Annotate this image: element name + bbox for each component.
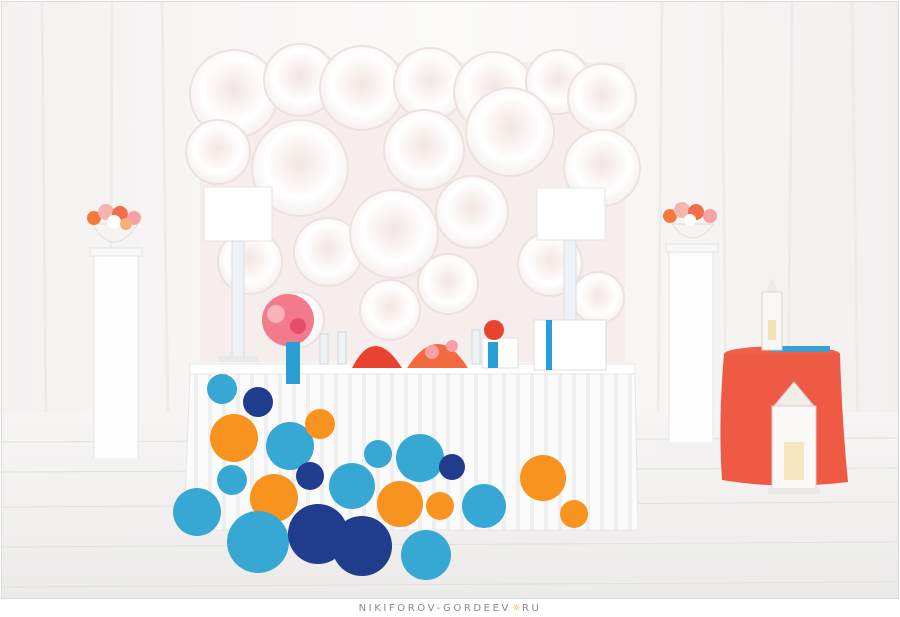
wedding-table-photo: [1, 1, 899, 599]
watermark-name: NIKIFOROV-GORDEEV: [358, 603, 511, 614]
watermark-domain: RU: [521, 603, 542, 614]
photo-frame: NIKIFOROV-GORDEEV☼RU: [0, 0, 900, 617]
photographer-watermark: NIKIFOROV-GORDEEV☼RU: [0, 600, 900, 617]
photo-scene: [2, 2, 898, 598]
sun-icon: ☼: [511, 603, 521, 614]
